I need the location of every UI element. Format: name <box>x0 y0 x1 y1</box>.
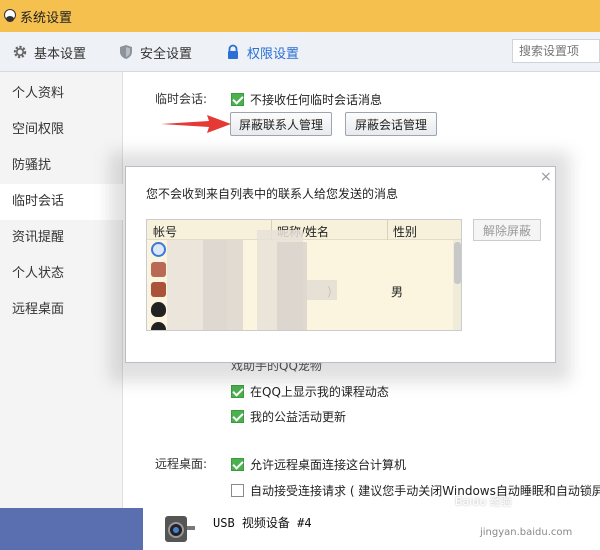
sidebar-item-news-reminder[interactable]: 资讯提醒 <box>0 220 123 256</box>
sidebar-item-anti-harassment[interactable]: 防骚扰 <box>0 148 123 184</box>
checkbox-label: 在QQ上显示我的课程动态 <box>250 385 389 399</box>
unblock-button[interactable]: 解除屏蔽 <box>473 219 541 241</box>
allow-remote-row[interactable]: 允许远程桌面连接这台计算机 <box>231 456 406 473</box>
checkbox-label: 允许远程桌面连接这台计算机 <box>250 458 407 472</box>
sidebar-item-personal-status[interactable]: 个人状态 <box>0 256 123 292</box>
lock-icon <box>228 44 238 59</box>
temp-session-label: 临时会话: <box>155 92 208 106</box>
close-icon[interactable]: × <box>540 169 552 185</box>
reject-temp-session-row[interactable]: 不接收任何临时会话消息 <box>231 91 382 108</box>
blocked-contacts-list[interactable]: 帐号 昵称/姓名 性别 ） 男 <box>146 219 462 331</box>
tab-label: 基本设置 <box>34 46 87 62</box>
tab-basic-settings[interactable]: 基本设置 <box>12 32 86 72</box>
dialog-message: 您不会收到来自列表中的联系人给您发送的消息 <box>146 187 399 201</box>
column-header-account: 帐号 <box>153 225 178 239</box>
desktop-background <box>0 508 143 550</box>
charity-update-checkbox[interactable] <box>231 410 244 423</box>
scrollbar-thumb[interactable] <box>454 242 461 284</box>
checkbox-label: 不接收任何临时会话消息 <box>250 93 383 107</box>
privacy-mosaic <box>307 280 337 300</box>
tab-label: 安全设置 <box>140 46 193 62</box>
device-label: USB 视频设备 #4 <box>213 516 312 530</box>
reject-temp-session-checkbox[interactable] <box>231 93 244 106</box>
row-gender: 男 <box>391 285 404 299</box>
shield-icon <box>120 45 132 59</box>
privacy-mosaic <box>203 240 243 330</box>
gear-icon <box>13 45 27 59</box>
avatar <box>151 262 166 277</box>
window-title: 系统设置 <box>20 10 73 26</box>
blocked-contacts-dialog: × 您不会收到来自列表中的联系人给您发送的消息 帐号 昵称/姓名 性别 ） 男 <box>125 166 556 363</box>
course-dynamics-checkbox[interactable] <box>231 385 244 398</box>
tab-security-settings[interactable]: 安全设置 <box>118 32 192 72</box>
remote-desktop-label: 远程桌面: <box>155 457 208 471</box>
sidebar-item-profile[interactable]: 个人资料 <box>0 76 123 112</box>
checkbox-label: 自动接受连接请求 ( 建议您手动关闭Windows自动睡眠和自动锁屏功 <box>250 484 600 498</box>
checkbox-label: 我的公益活动更新 <box>250 410 347 424</box>
column-header-gender: 性别 <box>393 225 418 239</box>
list-scrollbar[interactable] <box>453 240 461 330</box>
qq-penguin-icon <box>3 8 17 24</box>
search-input[interactable] <box>512 39 600 63</box>
block-contacts-button[interactable]: 屏蔽联系人管理 <box>230 112 332 136</box>
webcam-icon <box>165 516 195 542</box>
avatar <box>151 282 166 297</box>
tab-permission-settings[interactable]: 权限设置 <box>225 32 299 72</box>
sidebar-item-zone-permission[interactable]: 空间权限 <box>0 112 123 148</box>
list-header: 帐号 昵称/姓名 性别 <box>147 220 461 240</box>
sidebar: 个人资料 空间权限 防骚扰 临时会话 资讯提醒 个人状态 远程桌面 <box>0 72 123 508</box>
tab-label: 权限设置 <box>247 46 300 62</box>
watermark-url: jingyan.baidu.com <box>480 527 573 538</box>
charity-update-row[interactable]: 我的公益活动更新 <box>231 408 346 425</box>
auto-accept-checkbox[interactable] <box>231 484 244 497</box>
auto-accept-row[interactable]: 自动接受连接请求 ( 建议您手动关闭Windows自动睡眠和自动锁屏功 <box>231 482 600 499</box>
sidebar-item-remote-desktop[interactable]: 远程桌面 <box>0 292 123 328</box>
allow-remote-checkbox[interactable] <box>231 458 244 471</box>
nav-bar: 基本设置 安全设置 权限设置 <box>0 32 600 72</box>
sidebar-item-temp-session[interactable]: 临时会话 <box>0 184 123 220</box>
penguin-avatar-icon <box>151 302 166 317</box>
title-bar: 系统设置 <box>0 0 600 32</box>
course-dynamics-row[interactable]: 在QQ上显示我的课程动态 <box>231 383 389 400</box>
red-arrow-icon <box>161 115 231 133</box>
block-sessions-button[interactable]: 屏蔽会话管理 <box>345 112 437 136</box>
watermark: Baidu 经验 <box>455 495 512 508</box>
privacy-mosaic <box>277 242 307 330</box>
penguin-avatar-icon <box>151 322 166 330</box>
avatar <box>151 242 166 257</box>
